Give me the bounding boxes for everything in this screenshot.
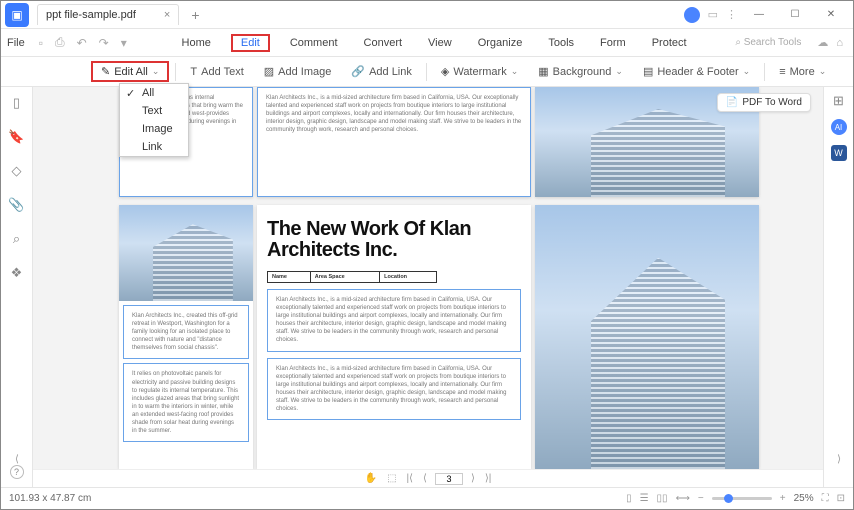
dropdown-item-link[interactable]: Link <box>120 138 188 156</box>
hand-tool-icon[interactable]: ✋ <box>363 473 379 484</box>
new-tab-button[interactable]: + <box>191 7 199 23</box>
dropdown-item-all[interactable]: All <box>120 84 188 102</box>
search-panel-icon[interactable]: ⌕ <box>9 231 25 247</box>
menu-convert[interactable]: Convert <box>358 34 409 52</box>
menu-tools[interactable]: Tools <box>542 34 580 52</box>
add-text-button[interactable]: TAdd Text <box>182 64 251 80</box>
left-sidebar: ▯ 🔖 ◇ 📎 ⌕ ❖ ? <box>1 87 33 487</box>
watermark-icon: ◈ <box>441 65 449 78</box>
menu-form[interactable]: Form <box>594 34 632 52</box>
pdf-image-block[interactable] <box>535 205 759 469</box>
edit-all-button[interactable]: Edit All <box>91 61 169 82</box>
continuous-view-icon[interactable]: ☰ <box>640 493 649 504</box>
properties-icon[interactable]: ⊞ <box>831 93 847 109</box>
add-image-button[interactable]: ▨Add Image <box>256 63 340 80</box>
menu-protect[interactable]: Protect <box>646 34 693 52</box>
image-icon: ▨ <box>264 65 274 78</box>
layers-icon[interactable]: ❖ <box>9 265 25 281</box>
file-menu[interactable]: File <box>7 37 25 49</box>
print-icon[interactable]: ⎙ <box>55 35 65 50</box>
menu-edit[interactable]: Edit <box>231 34 270 52</box>
watermark-button[interactable]: ◈Watermark <box>433 63 526 80</box>
menu-view[interactable]: View <box>422 34 458 52</box>
dropdown-item-image[interactable]: Image <box>120 120 188 138</box>
menu-home[interactable]: Home <box>176 34 217 52</box>
qa-dropdown-icon[interactable]: ▾ <box>121 36 127 50</box>
document-dimensions: 101.93 x 47.87 cm <box>9 493 91 504</box>
kebab-menu-icon[interactable]: ⋮ <box>726 8 737 21</box>
search-tools-input[interactable]: Search Tools <box>735 37 801 48</box>
close-tab-icon[interactable]: × <box>164 9 170 21</box>
pdf-text-block[interactable]: It relies on photovoltaic panels for ele… <box>123 363 249 442</box>
text-icon: T <box>190 66 197 78</box>
fit-page-icon[interactable]: ⛶ <box>822 493 829 504</box>
help-icon[interactable]: ? <box>10 465 24 479</box>
undo-icon[interactable]: ↶ <box>77 36 87 50</box>
fullscreen-icon[interactable]: ⊡ <box>837 493 845 504</box>
pdf-text-block[interactable]: Klan Architects Inc., created this off-g… <box>123 305 249 359</box>
redo-icon[interactable]: ↷ <box>99 36 109 50</box>
more-button[interactable]: ≡More <box>771 64 834 80</box>
page-number-input[interactable] <box>435 473 463 485</box>
close-window-button[interactable]: ✕ <box>817 3 845 27</box>
titlebar: ▣ ppt file-sample.pdf × + ▭ ⋮ — ☐ ✕ <box>1 1 853 29</box>
pdf-text-block[interactable]: Klan Architects Inc., is a mid-sized arc… <box>257 87 531 197</box>
app-logo-icon: ▣ <box>5 3 29 27</box>
menubar: File ▫ ⎙ ↶ ↷ ▾ Home Edit Comment Convert… <box>1 29 853 57</box>
minimize-button[interactable]: — <box>745 3 773 27</box>
ai-assistant-icon[interactable]: AI <box>831 119 847 135</box>
prev-page-button[interactable]: ⟨ <box>421 473 429 484</box>
pdf-to-word-button[interactable]: PDF To Word <box>717 93 811 112</box>
last-page-button[interactable]: ⟩| <box>483 473 494 484</box>
add-link-button[interactable]: 🔗Add Link <box>343 63 420 80</box>
more-icon: ≡ <box>779 66 785 78</box>
save-icon[interactable]: ▫ <box>39 36 43 50</box>
right-sidebar: ⊞ AI W <box>823 87 853 487</box>
menu-organize[interactable]: Organize <box>472 34 529 52</box>
next-page-button[interactable]: ⟩ <box>469 473 477 484</box>
comments-panel-icon[interactable]: ◇ <box>9 163 25 179</box>
background-button[interactable]: ▦Background <box>530 63 631 80</box>
pdf-page-column[interactable]: The New Work Of Klan Architects Inc. Nam… <box>257 205 531 469</box>
menu-comment[interactable]: Comment <box>284 34 344 52</box>
home-icon[interactable]: ⌂ <box>836 37 843 49</box>
word-export-icon[interactable]: W <box>831 145 847 161</box>
bookmarks-icon[interactable]: 🔖 <box>9 129 25 145</box>
pdf-text-block[interactable]: Klan Architects Inc., is a mid-sized arc… <box>267 358 521 421</box>
chat-icon[interactable]: ▭ <box>708 8 718 21</box>
thumbnails-icon[interactable]: ▯ <box>9 95 25 111</box>
tab-label: ppt file-sample.pdf <box>46 9 136 21</box>
pdf-info-table[interactable]: Name Area Space Location <box>267 271 437 283</box>
zoom-level[interactable]: 25% <box>794 493 814 504</box>
two-page-view-icon[interactable]: ▯▯ <box>657 493 668 504</box>
single-page-view-icon[interactable]: ▯ <box>626 493 632 504</box>
cloud-icon[interactable]: ☁ <box>817 36 828 49</box>
select-tool-icon[interactable]: ⬚ <box>385 473 398 484</box>
maximize-button[interactable]: ☐ <box>781 3 809 27</box>
document-tab[interactable]: ppt file-sample.pdf × <box>37 4 179 25</box>
scroll-left-icon[interactable]: ⟨ <box>15 454 19 465</box>
statusbar: 101.93 x 47.87 cm ▯ ☰ ▯▯ ⟷ − + 25% ⛶ ⊡ <box>1 487 853 509</box>
pdf-text-block[interactable]: Klan Architects Inc., is a mid-sized arc… <box>267 289 521 352</box>
zoom-in-button[interactable]: + <box>780 493 786 504</box>
pdf-heading[interactable]: The New Work Of Klan Architects Inc. <box>257 205 531 267</box>
zoom-out-button[interactable]: − <box>698 493 704 504</box>
scroll-right-icon[interactable]: ⟩ <box>837 454 841 465</box>
pdf-page-column[interactable]: Klan Architects Inc., created this off-g… <box>119 205 253 469</box>
header-footer-button[interactable]: ▤Header & Footer <box>635 63 758 80</box>
page-navigation: ✋ ⬚ |⟨ ⟨ ⟩ ⟩| <box>33 469 823 487</box>
zoom-slider[interactable] <box>712 497 772 500</box>
background-icon: ▦ <box>538 65 548 78</box>
header-footer-icon: ▤ <box>643 65 653 78</box>
zoom-slider-thumb[interactable] <box>724 494 733 503</box>
share-icon[interactable] <box>684 7 700 23</box>
first-page-button[interactable]: |⟨ <box>405 473 416 484</box>
edit-all-dropdown: All Text Image Link <box>119 83 189 157</box>
attachments-icon[interactable]: 📎 <box>9 197 25 213</box>
fit-width-icon[interactable]: ⟷ <box>676 493 690 504</box>
link-icon: 🔗 <box>351 65 365 78</box>
dropdown-item-text[interactable]: Text <box>120 102 188 120</box>
